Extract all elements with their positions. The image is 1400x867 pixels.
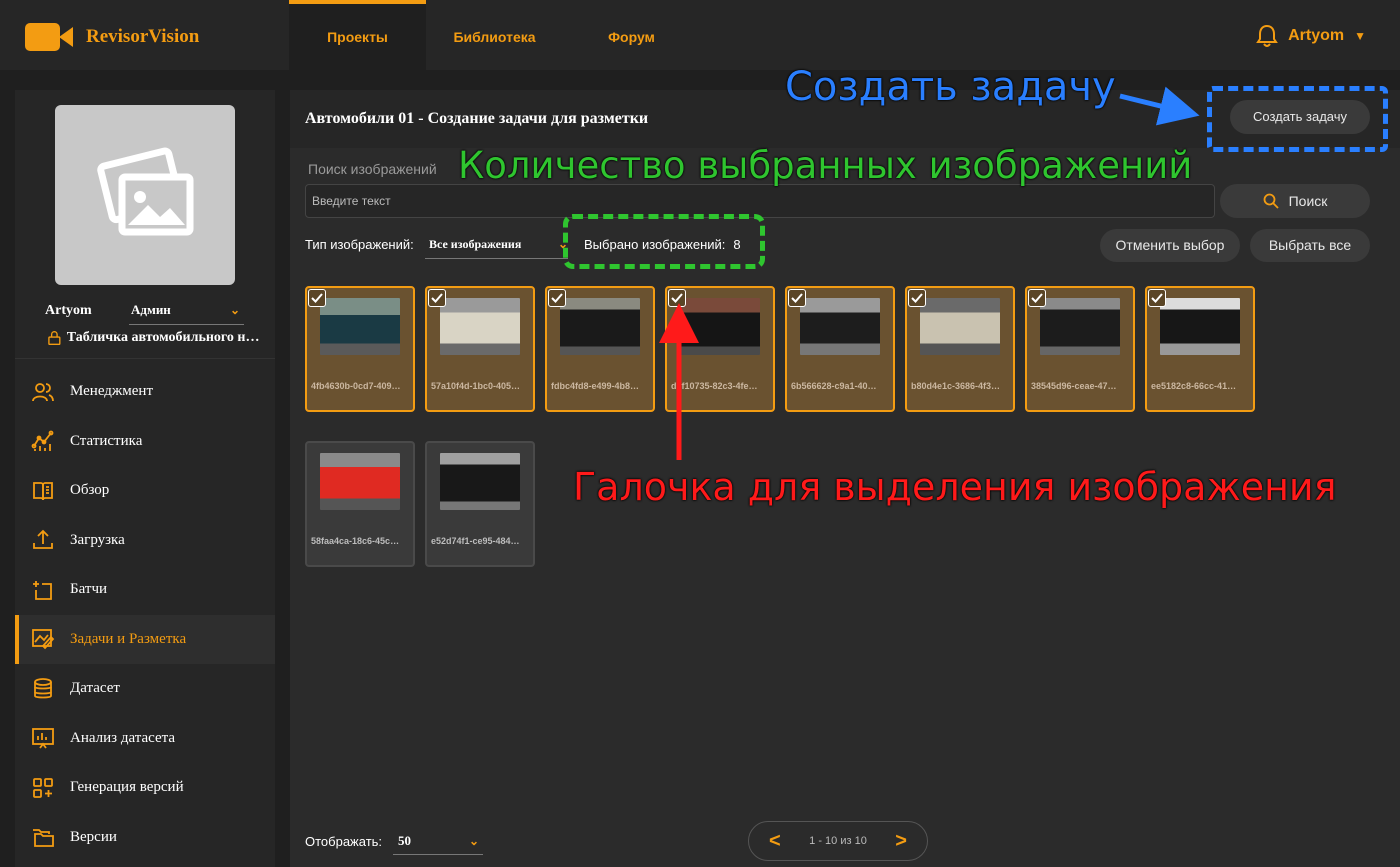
annotation-arrows	[659, 86, 1200, 460]
blue-arrow	[1119, 86, 1200, 126]
